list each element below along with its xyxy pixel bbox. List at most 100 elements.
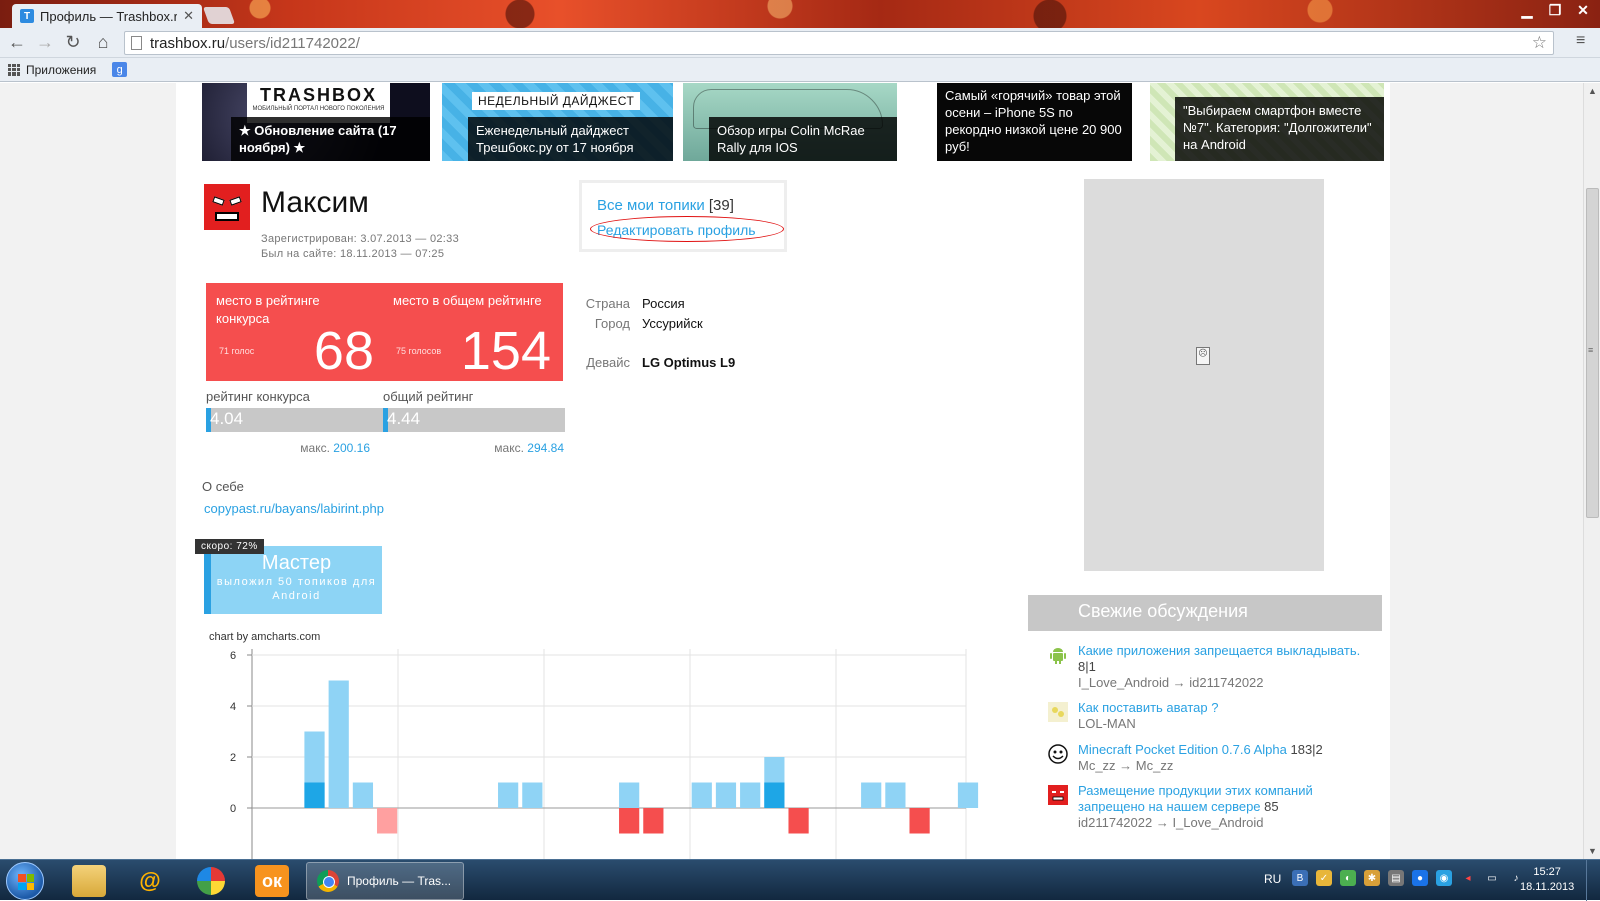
discussion-link[interactable]: Какие приложения запрещается выкладывать… [1078,643,1360,658]
discussion-link[interactable]: Minecraft Pocket Edition 0.7.6 Alpha [1078,742,1287,757]
about-link[interactable]: copypast.ru/bayans/labirint.php [204,501,384,516]
forward-arrow-icon[interactable]: → [34,32,56,53]
chrome-menu-icon[interactable]: ≡ [1576,33,1592,49]
rating-bar-value: 4.44 [387,409,421,428]
tab-close-icon[interactable]: ✕ [183,8,194,24]
banner-weekly-digest[interactable]: НЕДЕЛЬНЫЙ ДАЙДЖЕСТ Еженедельный дайджест… [442,83,673,161]
avatar-red-icon [1048,785,1068,805]
restore-icon[interactable]: ❐ [1546,2,1564,19]
badge-subtitle: выложил 50 топиков для Android [216,576,377,602]
page-margin-right [1390,83,1583,859]
overall-rating-label: общий рейтинг [383,389,474,404]
file-explorer-icon[interactable] [72,865,106,897]
contest-rating-max: макс. 200.16 [190,441,370,455]
url-host: trashbox.ru [150,34,226,52]
back-arrow-icon[interactable]: ← [6,32,28,53]
fresh-discussions-header: Свежие обсуждения [1028,595,1382,631]
discussion-item: Размещение продукции этих компаний запре… [1048,783,1368,833]
avatar [204,184,250,230]
banner-caption: "Выбираем смартфон вместе №7". Категория… [1175,97,1384,161]
chart-bar [715,782,737,808]
max-value-link[interactable]: 200.16 [333,441,370,455]
puzzle-tray-icon[interactable]: ✱ [1364,870,1380,886]
banner-caption: Еженедельный дайджест Трешбокс.ру от 17 … [468,117,673,161]
activity-chart: 6 4 2 0 [230,649,979,859]
all-topics-row: Все мои топики [39] [597,197,734,214]
system-clock[interactable]: 15:27 18.11.2013 [1520,865,1574,895]
mail-agent-icon[interactable]: @ [133,865,167,897]
settings-tray-icon[interactable]: ● [1412,870,1428,886]
ad-placeholder: ☹ [1084,179,1324,571]
chrome-icon [317,870,339,892]
discussion-title: Какие приложения запрещается выкладывать… [1078,643,1368,675]
reload-icon[interactable]: ↻ [62,32,84,53]
achievement-badge[interactable]: Мастер выложил 50 топиков для Android [204,546,382,614]
discussion-count: 8|1 [1078,659,1096,674]
banner-site-update[interactable]: TRASHBOX МОБИЛЬНЫЙ ПОРТАЛ НОВОГО ПОКОЛЕН… [202,83,430,161]
country-value: Россия [642,296,685,311]
discussion-authors: I_Love_Android → id211742022 [1078,675,1264,690]
url-path: /users/id211742022/ [225,34,360,52]
discussion-link[interactable]: Как поставить аватар ? [1078,700,1218,715]
flag-tray-icon[interactable]: ◂ [1460,870,1476,886]
overall-rank-card: место в общем рейтинге 75 голосов 154 [383,283,563,381]
bookmark-apps[interactable]: Приложения [26,63,96,77]
chart-y-tick-label: 0 [230,803,236,815]
chart-bar [885,782,906,808]
android-icon [1050,648,1066,664]
banner-tag: НЕДЕЛЬНЫЙ ДАЙДЖЕСТ [472,92,641,110]
update-tray-icon[interactable]: ◉ [1436,870,1452,886]
page-viewport: TRASHBOX МОБИЛЬНЫЙ ПОРТАЛ НОВОГО ПОКОЛЕН… [0,83,1583,859]
printer-tray-icon[interactable]: ▤ [1388,870,1404,886]
max-label: макс. [300,441,330,455]
monitor-tray-icon[interactable]: ▭ [1484,870,1500,886]
start-button[interactable] [6,862,44,900]
address-bar[interactable]: trashbox.ru/users/id211742022/ ☆ [124,31,1554,55]
browser-tab[interactable]: T Профиль — Trashbox.ru ✕ [12,4,202,28]
bookmark-star-icon[interactable]: ☆ [1532,33,1547,53]
apps-grid-icon[interactable] [8,63,20,76]
browser-toolbar: ← → ↻ ⌂ trashbox.ru/users/id211742022/ ☆… [0,28,1600,58]
google-bookmark-icon[interactable]: g [112,62,128,77]
discussion-authors: Mc_zz → Mc_zz [1078,758,1174,773]
home-icon[interactable]: ⌂ [92,32,114,53]
window-controls: ▁ ❐ ✕ [1518,2,1592,19]
overall-rating-bar: 4.44 [383,408,565,432]
device-value: LG Optimus L9 [642,355,736,370]
vk-tray-icon[interactable]: В [1292,870,1308,886]
media-player-icon[interactable] [194,865,228,897]
minimize-icon[interactable]: ▁ [1518,2,1536,19]
red-hand-drawn-circle [590,216,784,242]
profile-name: Максим [261,186,369,219]
chart-bar [328,680,349,808]
rank-number: 68 [313,321,374,381]
scroll-down-arrow-icon[interactable]: ▼ [1588,846,1597,856]
banner-choose-smartphone[interactable]: "Выбираем смартфон вместе №7". Категория… [1150,83,1384,161]
topics-count: [39] [708,197,734,214]
discussion-title: Как поставить аватар ? [1078,700,1368,716]
country-label: Страна [585,296,630,311]
close-window-icon[interactable]: ✕ [1574,2,1592,19]
max-label: макс. [494,441,524,455]
odnoklassniki-icon[interactable]: ок [255,865,289,897]
chart-bar-inner [304,782,325,808]
chart-bar-negative [619,808,640,834]
page-scrollbar[interactable]: ▲ ≡ ▼ [1583,83,1600,859]
all-topics-link[interactable]: Все мои топики [597,197,705,214]
chart-y-tick-label: 4 [230,701,236,713]
taskbar-chrome-window[interactable]: Профиль — Tras... [306,862,464,900]
system-tray: В ✓ ◐ ✱ ▤ ● ◉ ◂ ▭ ♪ [1292,870,1524,886]
window-titlebar: T Профиль — Trashbox.ru ✕ ▁ ❐ ✕ [0,0,1600,28]
tab-title: Профиль — Trashbox.ru [40,8,178,24]
scroll-up-arrow-icon[interactable]: ▲ [1588,86,1597,96]
checkmark-tray-icon[interactable]: ✓ [1316,870,1332,886]
rank-votes: 71 голос [219,346,255,356]
language-indicator[interactable]: RU [1264,872,1281,886]
chart-credit[interactable]: chart by amcharts.com [209,631,320,643]
network-tray-icon[interactable]: ◐ [1340,870,1356,886]
max-value-link[interactable]: 294.84 [527,441,564,455]
titlebar-wallpaper [0,0,1600,28]
show-desktop-button[interactable] [1586,860,1600,901]
banner-colin-mcrae[interactable]: Обзор игры Colin McRae Rally для IOS [683,83,897,161]
banner-iphone[interactable]: Самый «горячий» товар этой осени – iPhon… [937,83,1132,161]
